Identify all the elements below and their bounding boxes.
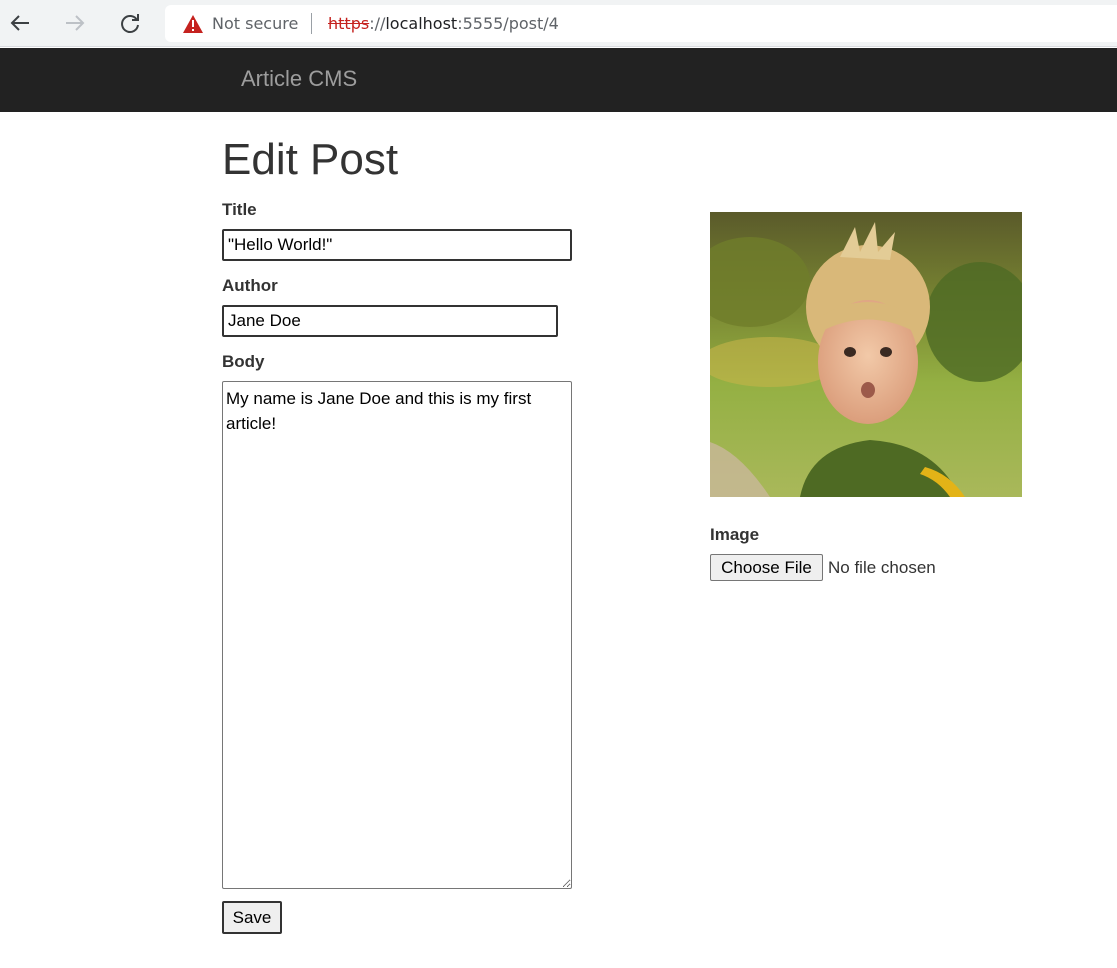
title-input[interactable] [222, 229, 572, 261]
file-status-text: No file chosen [828, 558, 936, 577]
address-bar[interactable]: Not secure https://localhost:5555/post/4 [165, 5, 1117, 42]
brand-link[interactable]: Article CMS [241, 66, 357, 92]
url-host: localhost [385, 14, 458, 33]
site-navbar: Article CMS [0, 48, 1117, 112]
warning-triangle-icon [183, 15, 203, 33]
url-scheme-separator: :// [369, 14, 386, 33]
url-text[interactable]: https://localhost:5555/post/4 [328, 14, 559, 33]
url-separator [311, 13, 312, 34]
forward-button[interactable] [60, 8, 90, 38]
save-button[interactable]: Save [222, 901, 282, 934]
url-scheme: https [328, 14, 370, 33]
arrow-right-icon [66, 15, 85, 31]
author-label: Author [222, 276, 278, 295]
security-status[interactable]: Not secure [212, 14, 298, 33]
choose-file-button[interactable]: Choose File [710, 554, 823, 581]
browser-toolbar: Not secure https://localhost:5555/post/4 [0, 0, 1117, 47]
post-image [710, 212, 1022, 497]
body-label: Body [222, 352, 265, 371]
body-textarea[interactable]: My name is Jane Doe and this is my first… [222, 381, 572, 889]
back-button[interactable] [5, 8, 35, 38]
reload-button[interactable] [115, 8, 145, 38]
image-label: Image [710, 525, 760, 544]
arrow-left-icon [10, 15, 29, 31]
url-path: :5555/post/4 [457, 14, 559, 33]
author-input[interactable] [222, 305, 558, 337]
reload-icon [121, 14, 139, 33]
title-label: Title [222, 200, 257, 219]
page-title: Edit Post [222, 135, 399, 184]
